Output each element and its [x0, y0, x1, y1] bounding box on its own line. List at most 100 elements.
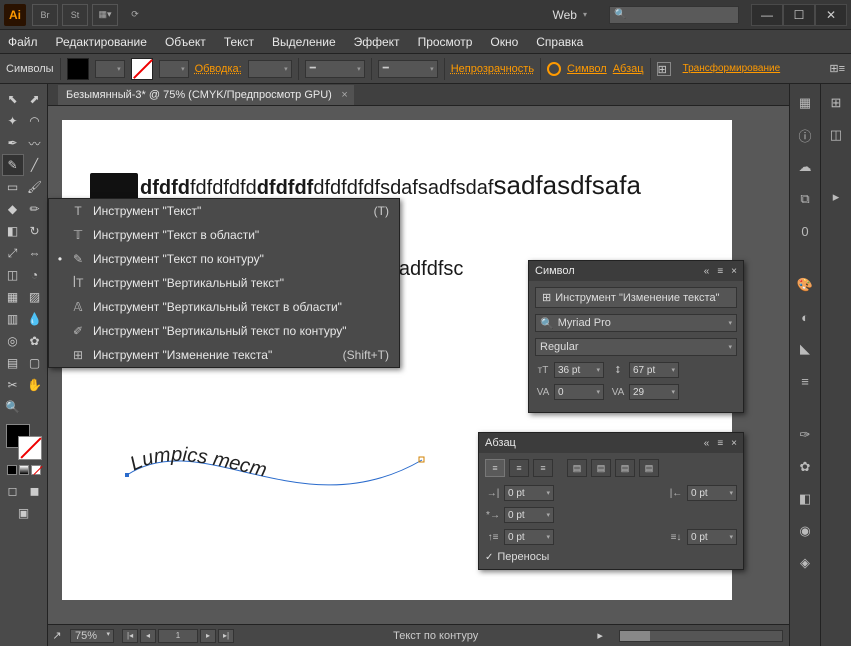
- search-input[interactable]: 🔍: [609, 6, 739, 24]
- panel-tab[interactable]: Символ: [535, 265, 575, 277]
- transform-link[interactable]: Трансформирование: [683, 63, 781, 74]
- color-icon[interactable]: 🎨: [794, 274, 816, 296]
- graphic-styles-icon[interactable]: ◈: [794, 552, 816, 574]
- panel-minimize-icon[interactable]: «: [704, 266, 710, 277]
- indent-right-field[interactable]: 0 pt: [687, 485, 737, 501]
- flyout-item[interactable]: TИнструмент "Текст"(T): [49, 199, 399, 223]
- symbol-icon[interactable]: ✿: [794, 456, 816, 478]
- panel-tab[interactable]: Абзац: [485, 437, 516, 449]
- opacity-label[interactable]: Непрозрачность: [451, 63, 534, 75]
- gradient-tool[interactable]: ▥: [2, 308, 24, 330]
- stock-icon[interactable]: St: [62, 4, 88, 26]
- close-button[interactable]: ✕: [815, 4, 847, 26]
- brush-icon[interactable]: ✑: [794, 424, 816, 446]
- stroke-swatch[interactable]: [131, 58, 153, 80]
- direct-select-tool[interactable]: ⬈: [24, 88, 46, 110]
- align-right-button[interactable]: ≡: [533, 459, 553, 477]
- last-artboard[interactable]: ▸|: [218, 629, 234, 643]
- slice-tool[interactable]: ✂: [2, 374, 24, 396]
- minimize-button[interactable]: —: [751, 4, 783, 26]
- stroke-weight[interactable]: [248, 60, 292, 78]
- selection-tool[interactable]: ⬉: [2, 88, 24, 110]
- para-link[interactable]: Абзац: [613, 63, 644, 75]
- bridge-icon[interactable]: Br: [32, 4, 58, 26]
- draw-mode[interactable]: ◻: [2, 480, 24, 502]
- hyphenate-checkbox[interactable]: Переносы: [485, 551, 737, 563]
- artboard-tool[interactable]: ▢: [24, 352, 46, 374]
- leading-field[interactable]: 67 pt: [629, 362, 679, 378]
- blend-tool[interactable]: ◎: [2, 330, 24, 352]
- stroke-label[interactable]: Обводка:: [195, 63, 242, 75]
- sync-icon[interactable]: ⟳: [122, 4, 148, 26]
- symbol-sprayer-tool[interactable]: ✿: [24, 330, 46, 352]
- menu-item[interactable]: Редактирование: [56, 35, 147, 49]
- width-tool[interactable]: ⇔: [24, 242, 46, 264]
- menu-item[interactable]: Просмотр: [418, 35, 473, 49]
- perspective-tool[interactable]: ▦: [2, 286, 24, 308]
- line-tool[interactable]: ╱: [24, 154, 46, 176]
- asset-icon[interactable]: ◫: [825, 124, 847, 146]
- rectangle-tool[interactable]: ▭: [2, 176, 24, 198]
- shape-builder-tool[interactable]: ◔: [24, 264, 46, 286]
- canvas-text-on-path[interactable]: Lumpics тест: [122, 420, 442, 510]
- brush-dropdown[interactable]: ━: [378, 60, 438, 78]
- menu-item[interactable]: Эффект: [354, 35, 400, 49]
- character-panel[interactable]: Символ«≡× ⊞ Инструмент "Изменение текста…: [528, 260, 744, 413]
- arrange-icon[interactable]: ▦▾: [92, 4, 118, 26]
- font-style-dropdown[interactable]: Regular: [535, 338, 737, 356]
- maximize-button[interactable]: ☐: [783, 4, 815, 26]
- panel-close-icon[interactable]: ×: [731, 438, 737, 449]
- swatches-icon[interactable]: ◐: [794, 306, 816, 328]
- pencil-tool[interactable]: ✏: [24, 198, 46, 220]
- shape-icon[interactable]: ◣: [794, 338, 816, 360]
- eraser-tool[interactable]: ◧: [2, 220, 24, 242]
- menu-item[interactable]: Файл: [8, 35, 38, 49]
- justify-all-button[interactable]: ▤: [639, 459, 659, 477]
- prev-artboard[interactable]: ◂: [140, 629, 156, 643]
- eyedropper-tool[interactable]: 💧: [24, 308, 46, 330]
- panel-menu-icon[interactable]: ≡: [717, 266, 723, 277]
- tracking-field[interactable]: 29: [629, 384, 679, 400]
- justify-center-button[interactable]: ▤: [591, 459, 611, 477]
- document-tab[interactable]: Безымянный-3* @ 75% (CMYK/Предпросмотр G…: [58, 85, 354, 105]
- font-family-dropdown[interactable]: 🔍 Myriad Pro: [535, 314, 737, 332]
- workspace-switcher[interactable]: Web: [547, 6, 599, 24]
- shaper-tool[interactable]: ◆: [2, 198, 24, 220]
- opacity-icon[interactable]: 0: [794, 220, 816, 242]
- paragraph-panel[interactable]: Абзац«≡× ≡ ≡ ≡ ▤ ▤ ▤ ▤ →|0 pt |←0 pt *→0…: [478, 432, 744, 570]
- panel-menu-icon[interactable]: ≡: [717, 438, 723, 449]
- flyout-item[interactable]: ⊞Инструмент "Изменение текста"(Shift+T): [49, 343, 399, 367]
- stroke-dropdown[interactable]: [159, 60, 189, 78]
- link-icon[interactable]: ⧉: [794, 188, 816, 210]
- flyout-item[interactable]: ✐Инструмент "Вертикальный текст по конту…: [49, 319, 399, 343]
- flyout-item-selected[interactable]: •✎Инструмент "Текст по контуру": [49, 247, 399, 271]
- screen-mode[interactable]: ▣: [13, 502, 35, 524]
- indent-left-field[interactable]: 0 pt: [504, 485, 554, 501]
- menu-item[interactable]: Выделение: [272, 35, 336, 49]
- profile-dropdown[interactable]: ━: [305, 60, 365, 78]
- flyout-item[interactable]: ꟾTИнструмент "Вертикальный текст": [49, 271, 399, 295]
- rotate-tool[interactable]: ↻: [24, 220, 46, 242]
- panel-close-icon[interactable]: ×: [731, 266, 737, 277]
- appearance-icon[interactable]: ◉: [794, 520, 816, 542]
- next-artboard[interactable]: ▸: [200, 629, 216, 643]
- space-after-field[interactable]: 0 pt: [687, 529, 737, 545]
- fill-stroke-swap[interactable]: [6, 424, 42, 460]
- menu-item[interactable]: Окно: [490, 35, 518, 49]
- pen-tool[interactable]: ✒: [2, 132, 24, 154]
- justify-right-button[interactable]: ▤: [615, 459, 635, 477]
- flyout-item[interactable]: 𝕋Инструмент "Текст в области": [49, 223, 399, 247]
- curvature-tool[interactable]: 〰: [24, 132, 46, 154]
- justify-left-button[interactable]: ▤: [567, 459, 587, 477]
- free-transform-tool[interactable]: ◫: [2, 264, 24, 286]
- lasso-tool[interactable]: ◠: [24, 110, 46, 132]
- artboard-number[interactable]: 1: [158, 629, 198, 643]
- space-before-field[interactable]: 0 pt: [504, 529, 554, 545]
- menu-item[interactable]: Текст: [224, 35, 254, 49]
- fill-swatch[interactable]: [67, 58, 89, 80]
- align-center-button[interactable]: ≡: [509, 459, 529, 477]
- align-left-button[interactable]: ≡: [485, 459, 505, 477]
- canvas-text-1[interactable]: dfdfdfdfdfdfddfdfdfdfdfdfdfsdafsadfsdafs…: [90, 170, 641, 201]
- scale-tool[interactable]: ⤢: [2, 242, 24, 264]
- char-link[interactable]: Символ: [567, 63, 607, 75]
